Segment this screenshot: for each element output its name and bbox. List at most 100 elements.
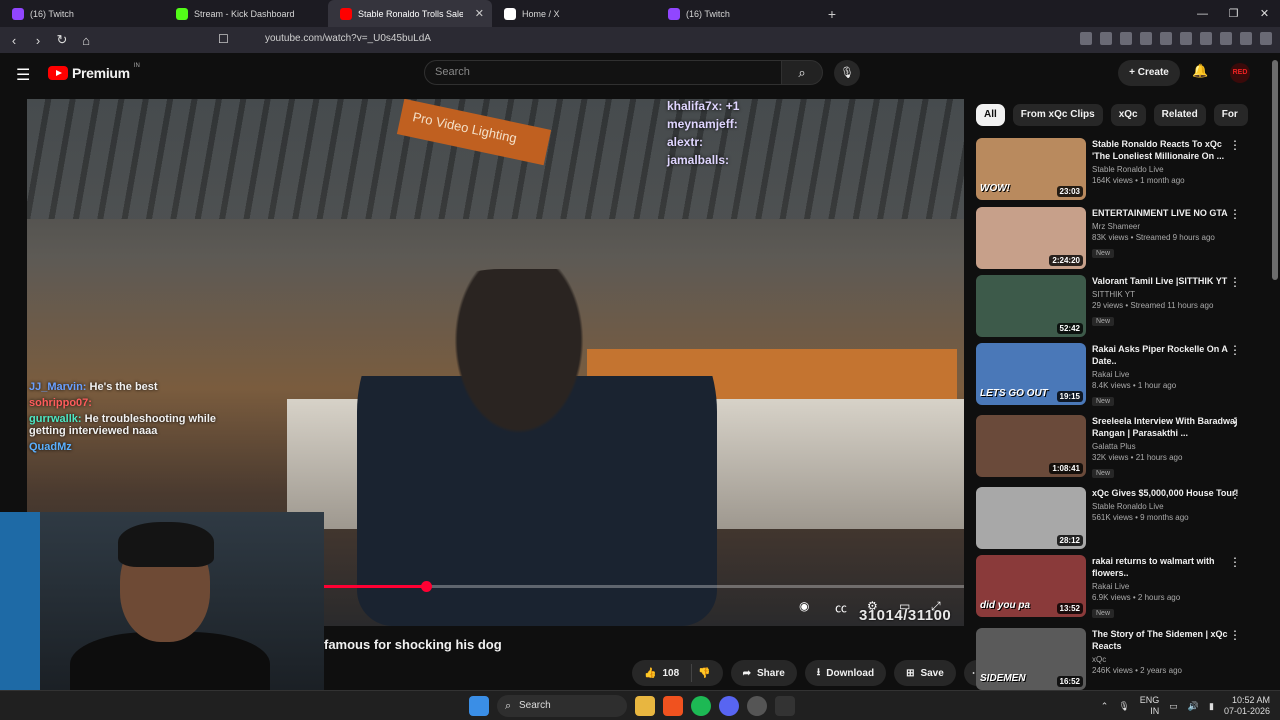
minimize-icon[interactable]: — xyxy=(1187,8,1218,20)
file-explorer-icon[interactable] xyxy=(635,696,655,716)
tab-x[interactable]: Home / X xyxy=(492,0,656,27)
brave-browser-icon[interactable] xyxy=(663,696,683,716)
like-button[interactable]: 👍 108 👎 xyxy=(632,660,723,686)
extension-icon[interactable] xyxy=(1160,32,1172,45)
spotify-icon[interactable] xyxy=(691,696,711,716)
video-title[interactable]: xQc Gives $5,000,000 House Tour! xyxy=(1092,487,1242,499)
extension-icon[interactable] xyxy=(1120,32,1132,45)
tab-youtube[interactable]: Stable Ronaldo Trolls Salesma ✕ xyxy=(328,0,492,27)
share-button[interactable]: ➦ Share xyxy=(730,660,797,686)
extension-icon[interactable] xyxy=(1220,32,1232,45)
new-tab-button[interactable]: + xyxy=(820,6,844,22)
video-title[interactable]: Valorant Tamil Live |SITTHIK YT xyxy=(1092,275,1242,287)
menu-icon[interactable] xyxy=(1260,32,1272,45)
thumbs-down-icon[interactable]: 👎 xyxy=(698,668,710,679)
extension-icon[interactable] xyxy=(1100,32,1112,45)
clock[interactable]: 10:52 AM 07-01-2026 xyxy=(1224,695,1270,717)
chevron-up-icon[interactable]: ⌃ xyxy=(1101,701,1109,712)
recommended-video[interactable]: did you pa 13:52 rakai returns to walmar… xyxy=(976,555,1271,619)
back-icon[interactable]: ‹ xyxy=(4,33,24,48)
chip-related[interactable]: Related xyxy=(1153,104,1206,126)
recommended-video[interactable]: SIDEMEN 16:52 The Story of The Sidemen |… xyxy=(976,628,1271,692)
search-input[interactable]: Search xyxy=(424,60,782,85)
recommended-video[interactable]: WOW! 23:03 Stable Ronaldo Reacts To xQc … xyxy=(976,138,1271,202)
video-title[interactable]: Rakai Asks Piper Rockelle On A Date.. xyxy=(1092,343,1242,367)
recommended-video[interactable]: 28:12 xQc Gives $5,000,000 House Tour! S… xyxy=(976,487,1271,551)
captions-icon[interactable]: ㏄ xyxy=(835,599,847,616)
recommended-video[interactable]: LETS GO OUT 19:15 Rakai Asks Piper Rocke… xyxy=(976,343,1271,407)
search-button[interactable]: ⌕ xyxy=(781,60,823,85)
extension-icon[interactable] xyxy=(1080,32,1092,45)
url-field[interactable]: youtube.com/watch?v=_U0s45buLdA xyxy=(265,33,431,44)
video-title[interactable]: The Story of The Sidemen | xQc Reacts xyxy=(1092,628,1242,652)
video-thumbnail[interactable]: WOW! 23:03 xyxy=(976,138,1086,200)
chip-from-xqc-clips[interactable]: From xQc Clips xyxy=(1012,104,1103,126)
channel-name[interactable]: SITTHIK YT xyxy=(1092,290,1242,299)
more-options-icon[interactable]: ⋮ xyxy=(1229,138,1241,152)
video-thumbnail[interactable]: 1:08:41 xyxy=(976,415,1086,477)
video-title[interactable]: rakai returns to walmart with flowers.. xyxy=(1092,555,1242,579)
more-options-icon[interactable]: ⋮ xyxy=(1229,207,1241,221)
volume-icon[interactable]: 🔊 xyxy=(1188,701,1199,712)
video-thumbnail[interactable]: 52:42 xyxy=(976,275,1086,337)
more-options-icon[interactable]: ⋮ xyxy=(1229,487,1241,501)
more-options-icon[interactable]: ⋮ xyxy=(1229,275,1241,289)
notifications-bell-icon[interactable]: 🔔 xyxy=(1192,63,1208,79)
extension-icon[interactable] xyxy=(1140,32,1152,45)
scrollbar[interactable] xyxy=(1272,60,1278,280)
chip-xqc[interactable]: xQc xyxy=(1110,104,1146,126)
maximize-icon[interactable]: ❐ xyxy=(1218,7,1249,20)
close-tab-icon[interactable]: ✕ xyxy=(475,7,484,20)
epic-games-icon[interactable] xyxy=(775,696,795,716)
more-options-icon[interactable]: ⋮ xyxy=(1229,555,1241,569)
extension-icon[interactable] xyxy=(1180,32,1192,45)
download-button[interactable]: ⭳ Download xyxy=(804,660,887,686)
progress-bar[interactable] xyxy=(324,581,964,592)
discord-icon[interactable] xyxy=(719,696,739,716)
obs-icon[interactable] xyxy=(747,696,767,716)
extension-icon[interactable] xyxy=(1240,32,1252,45)
video-thumbnail[interactable]: LETS GO OUT 19:15 xyxy=(976,343,1086,405)
tab-kick[interactable]: Stream - Kick Dashboard xyxy=(164,0,328,27)
chip-all[interactable]: All xyxy=(976,104,1005,126)
windows-start-icon[interactable] xyxy=(469,696,489,716)
forward-icon[interactable]: › xyxy=(28,33,48,48)
video-thumbnail[interactable]: did you pa 13:52 xyxy=(976,555,1086,617)
more-options-icon[interactable]: ⋮ xyxy=(1229,415,1241,429)
microphone-icon[interactable]: 🎙 xyxy=(1118,701,1129,712)
youtube-premium-logo[interactable]: Premium IN xyxy=(48,63,140,81)
channel-name[interactable]: Mrz Shameer xyxy=(1092,222,1242,231)
close-window-icon[interactable]: ✕ xyxy=(1249,7,1280,20)
battery-icon[interactable]: ▮ xyxy=(1209,701,1214,712)
channel-name[interactable]: Galatta Plus xyxy=(1092,442,1242,451)
channel-name[interactable]: xQc xyxy=(1092,655,1242,664)
avatar[interactable]: RED xyxy=(1230,63,1250,83)
taskbar-search[interactable]: Search xyxy=(497,695,627,717)
video-title[interactable]: Stable Ronaldo Reacts To xQc 'The Loneli… xyxy=(1092,138,1242,162)
video-title[interactable]: Sreeleela Interview With Baradwaj Rangan… xyxy=(1092,415,1242,439)
hamburger-menu-icon[interactable]: ☰ xyxy=(16,65,30,85)
channel-name[interactable]: Stable Ronaldo Live xyxy=(1092,502,1242,511)
recommended-video[interactable]: 1:08:41 Sreeleela Interview With Baradwa… xyxy=(976,415,1271,479)
more-options-icon[interactable]: ⋮ xyxy=(1229,628,1241,642)
tab-twitch-2[interactable]: (16) Twitch xyxy=(656,0,820,27)
chip-for[interactable]: For xyxy=(1213,104,1248,126)
extension-icon[interactable] xyxy=(1200,32,1212,45)
channel-name[interactable]: Rakai Live xyxy=(1092,582,1242,591)
channel-name[interactable]: Stable Ronaldo Live xyxy=(1092,165,1242,174)
channel-name[interactable]: Rakai Live xyxy=(1092,370,1242,379)
language-indicator[interactable]: ENG IN xyxy=(1140,695,1160,717)
voice-search-button[interactable]: 🎙 xyxy=(834,60,860,86)
reload-icon[interactable]: ↻ xyxy=(52,32,72,48)
video-title[interactable]: ENTERTAINMENT LIVE NO GTA xyxy=(1092,207,1242,219)
video-thumbnail[interactable]: 2:24:20 xyxy=(976,207,1086,269)
tab-twitch-1[interactable]: (16) Twitch xyxy=(0,0,164,27)
autoplay-toggle-icon[interactable]: ◉ xyxy=(799,599,809,613)
more-options-icon[interactable]: ⋮ xyxy=(1229,343,1241,357)
save-button[interactable]: ⊞ Save xyxy=(894,660,956,686)
recommended-video[interactable]: 52:42 Valorant Tamil Live |SITTHIK YT SI… xyxy=(976,275,1271,339)
home-icon[interactable]: ⌂ xyxy=(76,33,96,48)
video-thumbnail[interactable]: SIDEMEN 16:52 xyxy=(976,628,1086,690)
create-button[interactable]: + Create xyxy=(1118,60,1180,86)
network-icon[interactable]: ▭ xyxy=(1169,701,1178,712)
